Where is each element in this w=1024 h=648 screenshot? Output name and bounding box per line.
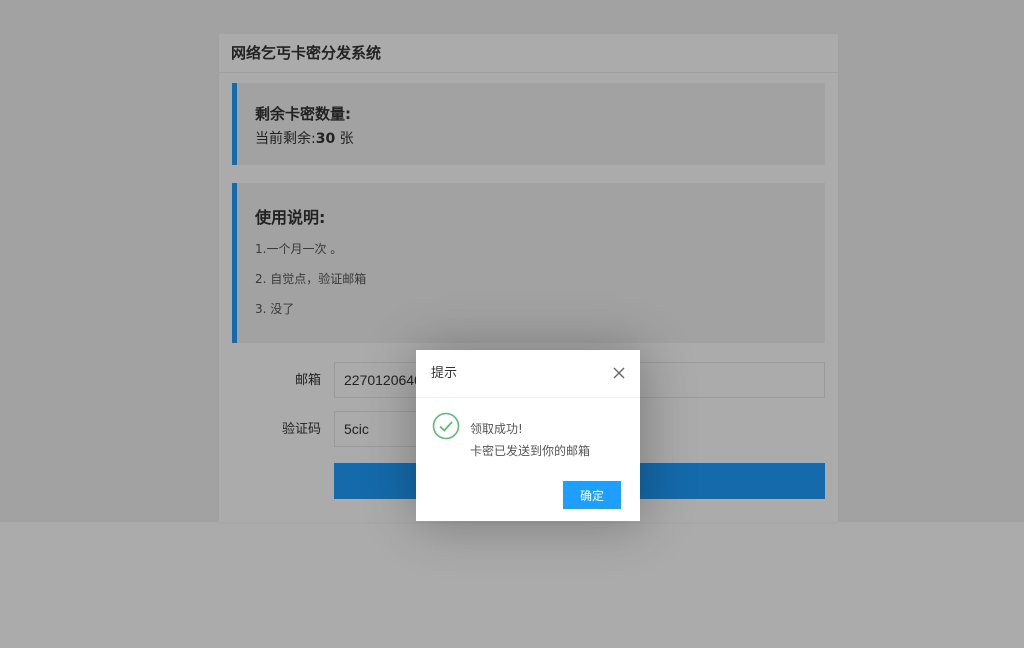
dialog-message-line2: 卡密已发送到你的邮箱	[470, 444, 591, 458]
confirm-button[interactable]: 确定	[563, 481, 621, 509]
dialog-title: 提示	[431, 366, 458, 381]
check-circle-icon	[432, 412, 460, 440]
dialog-header: 提示	[416, 350, 640, 398]
dialog-message: 领取成功! 卡密已发送到你的邮箱	[470, 418, 590, 462]
modal-overlay[interactable]	[0, 0, 1024, 648]
success-dialog: 提示 领取成功! 卡密已发送到你的邮箱 确定	[416, 350, 640, 521]
dialog-message-line1: 领取成功!	[470, 422, 523, 436]
dialog-body: 领取成功! 卡密已发送到你的邮箱	[416, 398, 640, 478]
close-icon[interactable]	[613, 367, 625, 379]
